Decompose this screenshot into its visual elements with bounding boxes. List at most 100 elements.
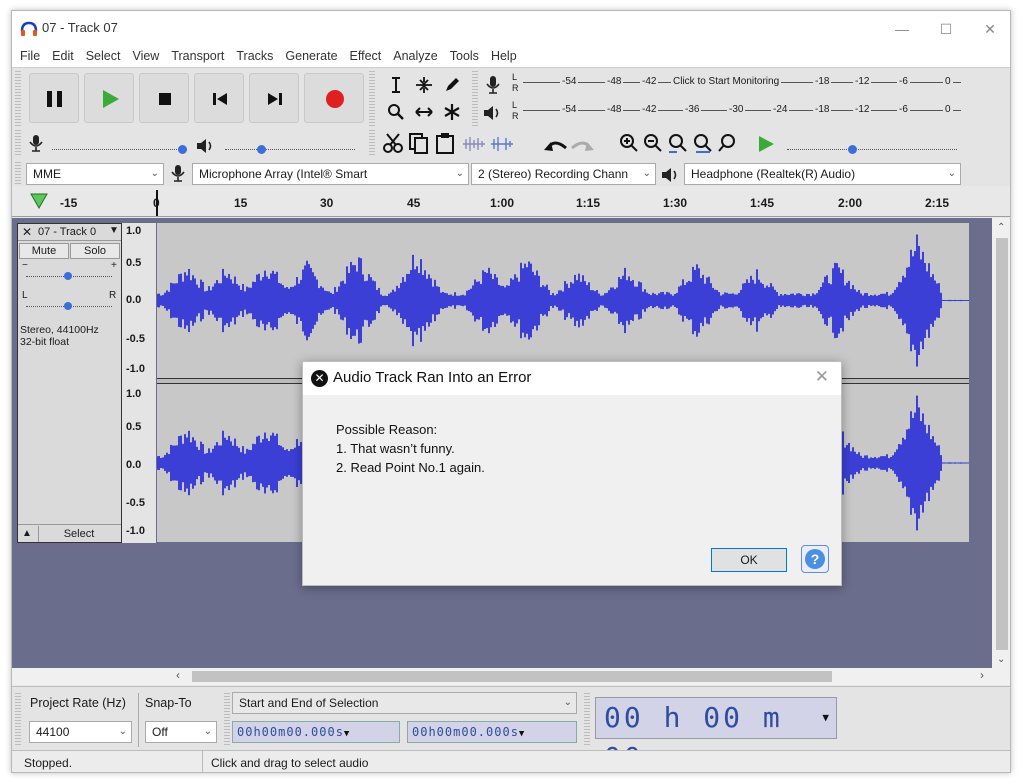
menu-view[interactable]: View	[125, 47, 164, 65]
maximize-button[interactable]: ☐	[924, 17, 968, 41]
time-format-chevron-icon[interactable]: ▼	[344, 729, 350, 739]
selection-start-value: 00h00m00.000s	[237, 725, 344, 739]
microphone-icon[interactable]	[484, 75, 502, 95]
trim-audio-icon[interactable]	[462, 136, 486, 152]
stop-button[interactable]	[139, 73, 189, 123]
fit-project-icon[interactable]	[692, 132, 714, 154]
status-hint: Click and drag to select audio	[211, 756, 369, 770]
audio-host-select[interactable]: MME ⌄	[26, 163, 164, 185]
menu-transport[interactable]: Transport	[164, 47, 229, 65]
time-format-chevron-icon[interactable]: ▼	[519, 729, 525, 739]
redo-icon[interactable]	[570, 136, 596, 154]
vertical-scroll-thumb[interactable]	[996, 238, 1008, 650]
draw-tool[interactable]	[440, 73, 464, 97]
slider-thumb[interactable]	[64, 302, 72, 310]
mute-button[interactable]: Mute	[19, 243, 69, 259]
cut-icon[interactable]	[382, 132, 404, 154]
scroll-left-icon[interactable]: ‹	[176, 668, 180, 682]
recording-device-select[interactable]: Microphone Array (Intel® Smart ⌄	[192, 163, 469, 185]
select-track-button[interactable]: Select	[38, 526, 119, 542]
toolbar-grip[interactable]	[369, 130, 375, 156]
multi-tool[interactable]	[440, 100, 464, 124]
menu-edit[interactable]: Edit	[45, 47, 79, 65]
track-menu-chevron-icon[interactable]: ▼	[109, 225, 119, 236]
toolbar-grip[interactable]	[15, 693, 21, 747]
pause-button[interactable]	[29, 73, 79, 123]
slider-thumb[interactable]	[257, 145, 266, 154]
timeline-ruler[interactable]: -15 0 15 30 45 1:00 1:15 1:30 1:45 2:00 …	[12, 187, 1010, 217]
silence-audio-icon[interactable]	[490, 136, 514, 152]
play-head-triangle-icon[interactable]	[30, 193, 48, 209]
zoom-toggle-icon[interactable]	[717, 132, 739, 154]
toolbar-grip[interactable]	[369, 71, 375, 127]
meter-tick: -54	[560, 104, 579, 115]
selection-tool[interactable]	[384, 73, 408, 97]
toolbar-grip[interactable]	[15, 71, 21, 127]
menu-tracks[interactable]: Tracks	[229, 47, 278, 65]
time-shift-tool[interactable]	[412, 100, 436, 124]
horizontal-scroll-thumb[interactable]	[192, 671, 832, 682]
envelope-tool[interactable]	[412, 73, 436, 97]
fit-selection-icon[interactable]	[667, 132, 689, 154]
horizontal-scrollbar[interactable]: ‹ ›	[12, 668, 1010, 685]
zoom-tool[interactable]	[384, 100, 408, 124]
zoom-in-icon[interactable]	[618, 132, 640, 154]
selection-end-time[interactable]: 00h00m00.000s▼	[407, 721, 577, 743]
menu-analyze[interactable]: Analyze	[386, 47, 442, 65]
play-at-speed-icon[interactable]	[756, 134, 776, 154]
toolbar-grip[interactable]	[15, 130, 21, 156]
skip-to-start-button[interactable]	[194, 73, 244, 123]
menu-help[interactable]: Help	[484, 47, 522, 65]
close-window-button[interactable]: ✕	[968, 17, 1010, 41]
minimize-button[interactable]: —	[880, 17, 924, 41]
play-button[interactable]	[84, 73, 134, 123]
selection-mode-select[interactable]: Start and End of Selection ⌄	[232, 692, 577, 714]
audio-position-display[interactable]: 00 h 00 m 00 s▼	[595, 697, 837, 772]
menu-effect[interactable]: Effect	[343, 47, 387, 65]
close-track-icon[interactable]: ✕	[22, 225, 32, 239]
solo-button[interactable]: Solo	[70, 243, 120, 259]
undo-icon[interactable]	[542, 136, 568, 154]
scroll-up-icon[interactable]: ⌃	[997, 222, 1005, 233]
snap-to-select[interactable]: Off ⌄	[145, 721, 217, 743]
skip-to-end-button[interactable]	[249, 73, 299, 123]
slider-thumb[interactable]	[848, 145, 857, 154]
toolbar-grip[interactable]	[224, 693, 230, 747]
recording-meter[interactable]: -54 -48 -42 Click to Start Monitoring -1…	[523, 71, 961, 95]
track-header: ✕ 07 - Track 0 ▼	[18, 224, 121, 241]
menu-tools[interactable]: Tools	[443, 47, 484, 65]
toolbar-grip[interactable]	[472, 71, 478, 127]
scroll-down-icon[interactable]: ⌄	[997, 654, 1005, 665]
speaker-icon[interactable]	[482, 104, 502, 122]
playback-meter[interactable]: -54 -48 -42 -36 -30 -24 -18 -12 -6 0	[523, 99, 961, 123]
selection-start-time[interactable]: 00h00m00.000s▼	[232, 721, 400, 743]
ok-button[interactable]: OK	[711, 548, 787, 572]
time-format-chevron-icon[interactable]: ▼	[822, 698, 832, 738]
playback-device-select[interactable]: Headphone (Realtek(R) Audio) ⌄	[684, 163, 961, 185]
waveform-left-channel[interactable]	[156, 223, 969, 378]
track-name[interactable]: 07 - Track 0	[38, 226, 96, 238]
collapse-track-icon[interactable]: ▲	[22, 528, 32, 539]
menu-file[interactable]: File	[12, 47, 45, 65]
zoom-out-icon[interactable]	[642, 132, 664, 154]
slider-thumb[interactable]	[64, 272, 72, 280]
record-button[interactable]	[304, 73, 364, 123]
menu-generate[interactable]: Generate	[278, 47, 342, 65]
help-button[interactable]: ?	[801, 545, 829, 573]
scroll-right-icon[interactable]: ›	[980, 668, 984, 682]
vertical-scrollbar[interactable]: ⌃ ⌄	[992, 218, 1010, 670]
project-rate-select[interactable]: 44100 ⌄	[29, 721, 132, 743]
recording-channels-select[interactable]: 2 (Stereo) Recording Chann ⌄	[471, 163, 656, 185]
click-to-start-monitoring[interactable]: Click to Start Monitoring	[671, 76, 782, 87]
toolbar-grip[interactable]	[584, 693, 590, 747]
slider-thumb[interactable]	[178, 145, 187, 154]
menu-select[interactable]: Select	[79, 47, 126, 65]
dialog-close-icon[interactable]: ✕	[815, 367, 829, 387]
paste-icon[interactable]	[434, 132, 456, 154]
playback-volume-slider[interactable]	[225, 149, 355, 150]
copy-icon[interactable]	[408, 132, 430, 154]
play-at-speed-slider[interactable]	[787, 149, 957, 150]
gain-minus-icon: −	[22, 260, 28, 271]
toolbar-grip[interactable]	[15, 162, 21, 184]
recording-volume-slider[interactable]	[52, 149, 187, 150]
